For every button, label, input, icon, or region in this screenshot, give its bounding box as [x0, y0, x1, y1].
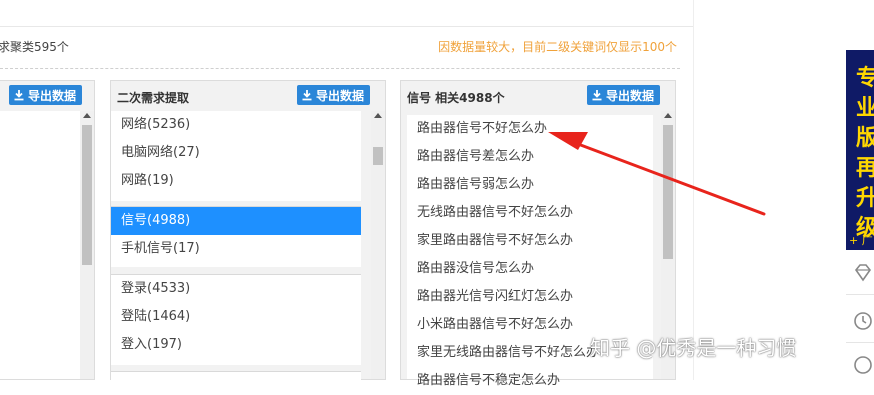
scroll-up-icon[interactable]: [374, 113, 382, 118]
data-limit-notice: 因数据量较大，目前二级关键词仅显示100个: [438, 40, 677, 54]
export-button-left[interactable]: 导出数据: [9, 85, 83, 105]
column-left-list: [0, 111, 80, 379]
export-button-right[interactable]: 导出数据: [587, 85, 661, 105]
column-right-header: 信号 相关4988个 导出数据: [401, 81, 675, 111]
toolbar-divider: [846, 294, 874, 295]
diamond-icon[interactable]: [852, 262, 874, 284]
column-mid-scrollbar[interactable]: [371, 111, 385, 379]
column-left-scrollbar[interactable]: [80, 111, 94, 379]
promo-banner[interactable]: 专 业 版 再 升 级 + 广: [846, 50, 874, 250]
scroll-up-icon[interactable]: [83, 113, 91, 118]
clock-icon[interactable]: [852, 310, 874, 332]
column-right-title: 信号 相关4988个: [407, 91, 505, 105]
list-item[interactable]: 登陆(1464): [111, 303, 361, 331]
column-mid-title: 二次需求提取: [117, 91, 190, 105]
export-button-label: 导出数据: [28, 88, 77, 103]
scroll-up-icon[interactable]: [664, 113, 672, 118]
keyword-item[interactable]: 路由器信号不稳定怎么办: [407, 367, 653, 395]
dashed-divider: [0, 68, 680, 69]
list-item[interactable]: 网路(19): [111, 167, 361, 195]
list-item[interactable]: 登录(4533): [111, 275, 361, 303]
promo-banner-text: 专 业 版 再 升 级: [856, 66, 874, 241]
keyword-item[interactable]: 无线路由器信号不好怎么办: [407, 199, 653, 227]
column-left-header: 导出数据: [0, 81, 94, 111]
export-button-mid[interactable]: 导出数据: [297, 85, 371, 105]
circle-icon[interactable]: [852, 354, 874, 376]
toolbar-divider: [846, 342, 874, 343]
top-divider: [0, 26, 693, 27]
keyword-item[interactable]: 路由器信号差怎么办: [407, 143, 653, 171]
scroll-thumb[interactable]: [373, 147, 383, 165]
list-item-selected[interactable]: 信号(4988): [111, 207, 361, 235]
keyword-item[interactable]: 路由器光信号闪红灯怎么办: [407, 283, 653, 311]
column-left: 导出数据: [0, 80, 95, 380]
scroll-thumb[interactable]: [82, 125, 92, 265]
download-icon: [14, 90, 24, 101]
demand-group-4: [111, 371, 361, 384]
keyword-item[interactable]: 路由器没信号怎么办: [407, 255, 653, 283]
cluster-summary: 求聚类595个: [0, 40, 69, 54]
column-secondary-demand: 二次需求提取 导出数据 网络(5236) 电脑网络(27) 网路(19) 信号(…: [110, 80, 386, 384]
promo-banner-tag: + 广: [849, 234, 873, 247]
download-icon: [592, 90, 602, 101]
download-icon: [302, 90, 312, 101]
watermark: 知乎 @优秀是一种习惯: [590, 336, 797, 360]
list-item[interactable]: 电脑网络(27): [111, 139, 361, 167]
demand-group-3: 登录(4533) 登陆(1464) 登入(197): [111, 274, 361, 365]
list-item[interactable]: 网络(5236): [111, 111, 361, 139]
export-button-label: 导出数据: [316, 88, 365, 103]
export-button-label: 导出数据: [606, 88, 655, 103]
demand-group-1: 网络(5236) 电脑网络(27) 网路(19): [111, 111, 361, 201]
keyword-item[interactable]: 路由器信号不好怎么办: [407, 115, 653, 143]
demand-group-2: 信号(4988) 手机信号(17): [111, 206, 361, 267]
keyword-item[interactable]: 路由器信号弱怎么办: [407, 171, 653, 199]
scroll-thumb[interactable]: [663, 125, 673, 259]
column-mid-header: 二次需求提取 导出数据: [111, 81, 385, 111]
main-panel: 求聚类595个 因数据量较大，目前二级关键词仅显示100个 导出数据 二次需求提…: [0, 0, 693, 388]
list-item[interactable]: 手机信号(17): [111, 235, 361, 263]
list-item[interactable]: 登入(197): [111, 331, 361, 359]
keyword-item[interactable]: 家里路由器信号不好怎么办: [407, 227, 653, 255]
side-toolbar: [846, 250, 874, 380]
